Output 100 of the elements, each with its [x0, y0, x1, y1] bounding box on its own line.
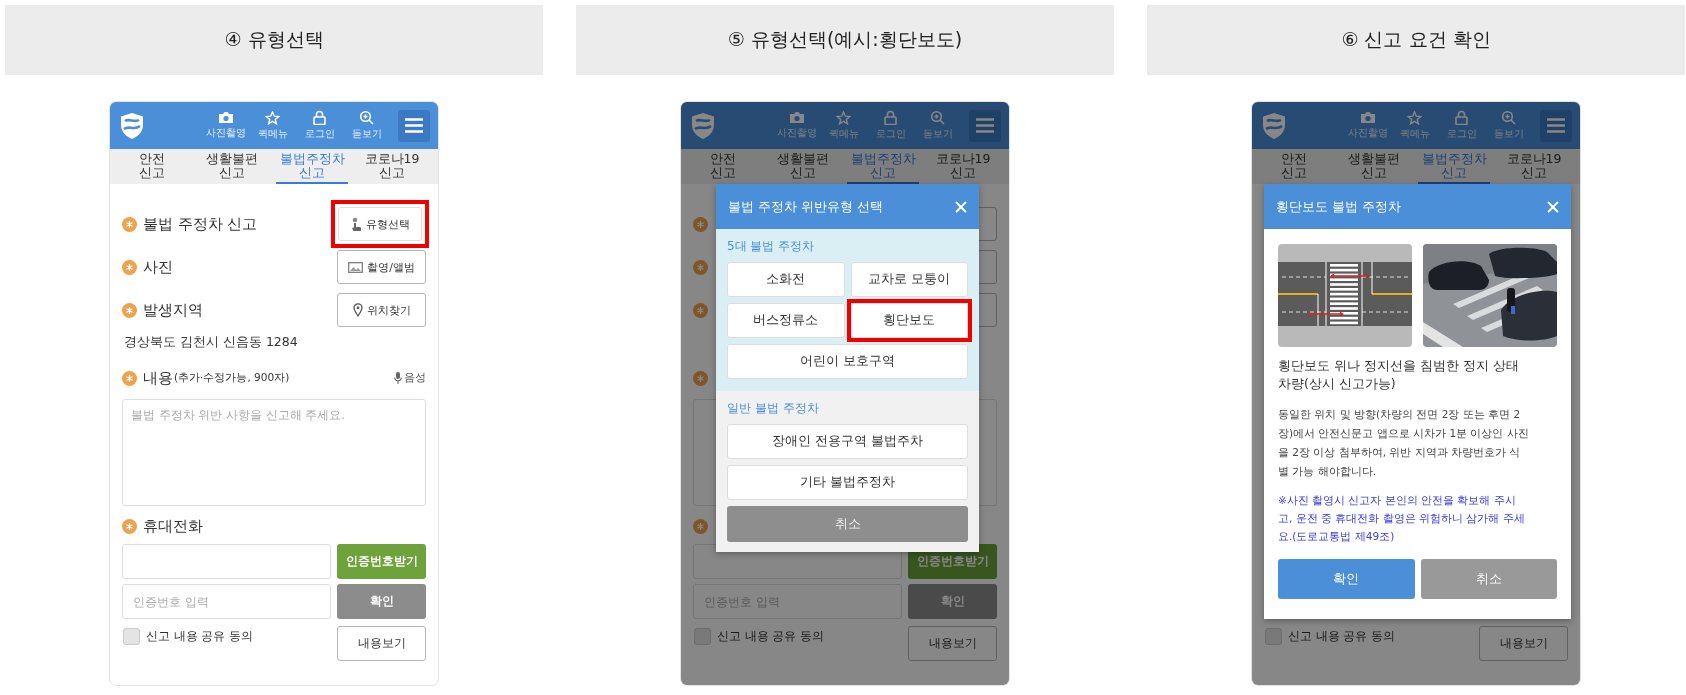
header-menu-item[interactable]: 퀵메뉴 — [1394, 110, 1435, 141]
action-button[interactable]: 위치찾기 — [337, 293, 426, 327]
close-button[interactable]: ✕ — [953, 195, 969, 218]
view-content-button[interactable]: 내용보기 — [337, 626, 426, 661]
camera-icon — [217, 111, 234, 124]
header-menu-item[interactable]: 로그인 — [299, 110, 340, 141]
bullet-icon — [122, 259, 137, 275]
camera-icon — [788, 111, 805, 124]
checkbox-label: 신고 내용 공유 동의 — [717, 629, 824, 644]
field-label: 사진 — [143, 257, 173, 277]
bullet-icon — [122, 216, 137, 232]
tab[interactable]: 코로나19 신고 — [356, 149, 428, 184]
cancel-button[interactable]: 취소 — [1420, 559, 1557, 600]
header-menu-item[interactable]: 사진촬영 — [205, 111, 246, 140]
header-menu-item[interactable]: 돋보기 — [1488, 110, 1529, 141]
shield-logo-icon — [120, 111, 144, 140]
checkbox[interactable] — [1265, 628, 1282, 645]
menu-icon — [1547, 118, 1565, 133]
option-button[interactable]: 버스정류소 — [727, 303, 845, 338]
tab[interactable]: 생활불편 신고 — [1338, 149, 1410, 184]
header-menu-item[interactable]: 돋보기 — [346, 110, 387, 141]
header-menu-item[interactable]: 사진촬영 — [1347, 111, 1388, 140]
confirm-button[interactable]: 확인 — [1278, 559, 1415, 600]
field-label: 불법 주정차 신고 — [143, 214, 258, 234]
tab[interactable]: 코로나19 신고 — [1498, 149, 1570, 184]
address-text: 경상북도 김천시 신음동 1284 — [124, 333, 298, 351]
menu-icon — [976, 118, 994, 133]
menu-button[interactable] — [969, 109, 1001, 142]
pin-icon — [352, 303, 363, 317]
checkbox[interactable] — [694, 628, 711, 645]
verification-code-field[interactable]: 인증번호 입력 — [122, 584, 331, 619]
camera-icon — [1359, 111, 1376, 124]
field-label: 휴대전화 — [143, 516, 203, 536]
view-content-button[interactable]: 내용보기 — [908, 626, 997, 661]
bullet-icon — [693, 370, 708, 386]
microphone-icon — [394, 372, 402, 384]
header-menu-item[interactable]: 로그인 — [870, 110, 911, 141]
action-button[interactable]: 촬영/앨범 — [337, 250, 426, 284]
field-hint: (추가·수정가능, 900자) — [174, 371, 290, 385]
magnifier-icon — [1501, 110, 1516, 125]
step-title: ⑤ 유형선택(예시:횡단보도) — [727, 27, 963, 52]
checkbox[interactable] — [123, 628, 140, 645]
dialog-title: 횡단보도 불법 주정차 — [1276, 197, 1402, 216]
bullet-icon — [122, 370, 137, 386]
cancel-button[interactable]: 취소 — [727, 506, 968, 542]
bullet-icon — [122, 518, 137, 534]
tab[interactable]: 안전 신고 — [687, 149, 759, 184]
tab[interactable]: 코로나19 신고 — [927, 149, 999, 184]
tab[interactable]: 안전 신고 — [1258, 149, 1330, 184]
tab[interactable]: 생활불편 신고 — [767, 149, 839, 184]
magnifier-icon — [930, 110, 945, 125]
header-menu-item[interactable]: 퀵메뉴 — [823, 110, 864, 141]
dialog-title: 불법 주정차 위반유형 선택 — [728, 197, 884, 216]
lock-icon — [884, 110, 897, 125]
view-content-button[interactable]: 내용보기 — [1479, 626, 1568, 661]
magnifier-icon — [359, 110, 374, 125]
field-label: 내용 — [143, 368, 173, 388]
action-button[interactable]: 유형선택 — [338, 207, 422, 241]
group-title: 5대 불법 주정차 — [727, 238, 816, 255]
step-title: ④ 유형선택 — [224, 27, 324, 52]
shield-logo-icon — [691, 111, 715, 140]
requirement-text: 횡단보도 위나 정지선을 침범한 정지 상태 차량(상시 신고가능) — [1278, 357, 1520, 394]
field-label: 발생지역 — [143, 300, 203, 320]
tab[interactable]: 불법주정차 신고 — [276, 149, 348, 184]
voice-input-button[interactable]: 음성 — [394, 371, 426, 385]
header-menu-item[interactable]: 돋보기 — [917, 110, 958, 141]
phone-number-field[interactable] — [122, 544, 331, 579]
tab[interactable]: 생활불편 신고 — [196, 149, 268, 184]
detail-text: 동일한 위치 및 방향(차량의 전면 2장 또는 후면 2장)에서 안전신문고 앱으로 시차가 1분 이상인 사진을 2장 이상 첨부하여, 위반 지역과 차량번호가 식별 가능 해야합니다. — [1278, 407, 1530, 480]
option-button[interactable]: 교차로 모퉁이 — [850, 262, 968, 297]
bullet-icon — [693, 216, 708, 232]
checkbox-label: 신고 내용 공유 동의 — [146, 629, 253, 644]
header-menu-item[interactable]: 사진촬영 — [776, 111, 817, 140]
option-button[interactable]: 소화전 — [727, 262, 845, 297]
close-button[interactable]: ✕ — [1545, 195, 1561, 218]
option-button[interactable]: 횡단보도 — [850, 303, 968, 338]
request-code-button[interactable]: 인증번호받기 — [337, 544, 426, 579]
star-icon — [1407, 110, 1422, 125]
report-content-field[interactable]: 불법 주정차 위반 사항을 신고해 주세요. — [122, 399, 426, 506]
header-menu-item[interactable]: 퀵메뉴 — [252, 110, 293, 141]
option-button[interactable]: 기타 불법주정차 — [727, 465, 968, 500]
option-button[interactable]: 어린이 보호구역 — [727, 344, 968, 379]
finger-icon — [350, 216, 362, 232]
bullet-icon — [693, 518, 708, 534]
header-menu-item[interactable]: 로그인 — [1441, 110, 1482, 141]
lock-icon — [313, 110, 326, 125]
checkbox-label: 신고 내용 공유 동의 — [1288, 629, 1395, 644]
confirm-button[interactable]: 확인 — [337, 584, 426, 619]
option-button[interactable]: 장애인 전용구역 불법주차 — [727, 424, 968, 459]
menu-button[interactable] — [1540, 109, 1572, 142]
group-title: 일반 불법 주정차 — [727, 400, 820, 417]
star-icon — [265, 110, 280, 125]
tab[interactable]: 안전 신고 — [116, 149, 188, 184]
lock-icon — [1455, 110, 1468, 125]
menu-button[interactable] — [398, 109, 430, 142]
step-title: ⑥ 신고 요건 확인 — [1341, 27, 1491, 52]
bullet-icon — [693, 259, 708, 275]
image-icon — [348, 261, 364, 273]
menu-icon — [405, 118, 423, 133]
safety-notice: ※사진 촬영시 신고자 본인의 안전을 확보해 주시고, 운전 중 휴대전화 촬영은 위험하니 삼가해 주세요.(도로교통법 제49조) — [1278, 493, 1526, 545]
